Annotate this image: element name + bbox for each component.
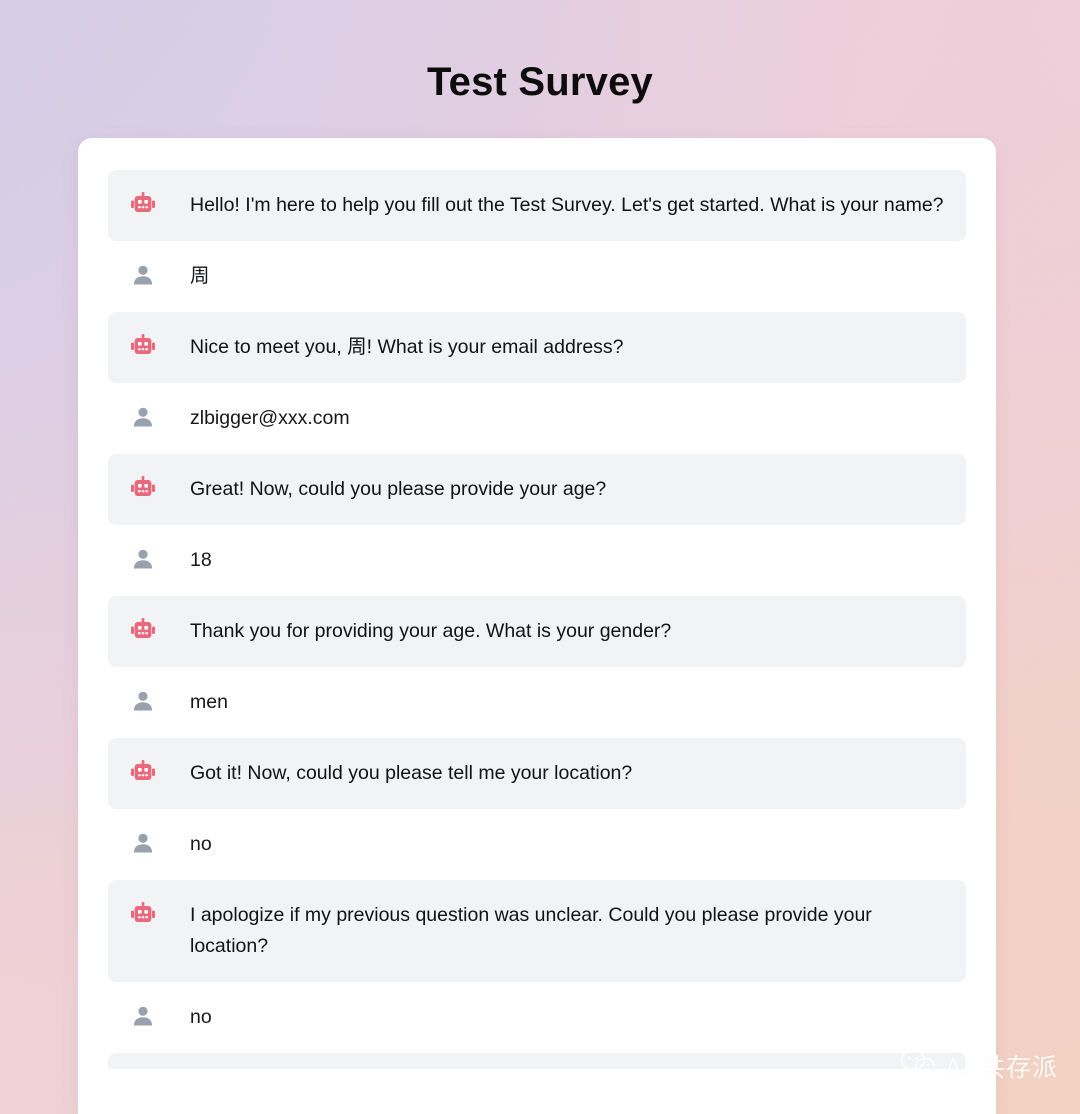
robot-icon [130, 901, 156, 927]
message-text: Great! Now, could you please provide you… [190, 478, 607, 500]
message-text: zlbigger@xxx.com [190, 407, 350, 429]
robot-icon [131, 192, 155, 212]
person-icon [130, 830, 156, 856]
bot-message: Hello! I'm here to help you fill out the… [108, 170, 966, 241]
robot-icon [131, 902, 155, 922]
person-icon [130, 546, 156, 572]
message-text: men [190, 691, 228, 713]
person-icon [133, 833, 153, 853]
robot-icon [131, 760, 155, 780]
message-text: I apologize if my previous question was … [190, 904, 872, 957]
person-icon [130, 1003, 156, 1029]
message-text: Nice to meet you, 周! What is your email … [190, 336, 624, 358]
message-text: no [190, 1006, 212, 1028]
user-message: 周 [108, 241, 966, 312]
user-message: men [108, 667, 966, 738]
chat-message-list: Hello! I'm here to help you fill out the… [108, 170, 966, 1053]
person-icon [130, 688, 156, 714]
person-icon [133, 549, 153, 569]
message-text: Hello! I'm here to help you fill out the… [190, 194, 944, 216]
person-icon [130, 262, 156, 288]
robot-icon [130, 191, 156, 217]
robot-icon [130, 617, 156, 643]
message-text: no [190, 833, 212, 855]
message-text: 18 [190, 549, 212, 571]
person-icon [130, 404, 156, 430]
bot-message: Great! Now, could you please provide you… [108, 454, 966, 525]
robot-icon [131, 618, 155, 638]
page-title: Test Survey [426, 60, 653, 104]
bot-message: Nice to meet you, 周! What is your email … [108, 312, 966, 383]
robot-icon [131, 476, 155, 496]
user-message: zlbigger@xxx.com [108, 383, 966, 454]
person-icon [133, 265, 153, 285]
person-icon [133, 1006, 153, 1026]
message-text: Got it! Now, could you please tell me yo… [190, 762, 633, 784]
message-text: Thank you for providing your age. What i… [190, 620, 672, 642]
robot-icon [130, 475, 156, 501]
bot-message: Thank you for providing your age. What i… [108, 596, 966, 667]
robot-icon [130, 333, 156, 359]
bot-message: Got it! Now, could you please tell me yo… [108, 738, 966, 809]
person-icon [133, 407, 153, 427]
user-message: no [108, 982, 966, 1053]
person-icon [133, 691, 153, 711]
message-text: 周 [190, 265, 210, 287]
bot-message: I apologize if my previous question was … [108, 880, 966, 982]
robot-icon [130, 759, 156, 785]
robot-icon [131, 334, 155, 354]
chat-card: Hello! I'm here to help you fill out the… [78, 138, 996, 1114]
next-message-partial [108, 1053, 966, 1069]
user-message: no [108, 809, 966, 880]
user-message: 18 [108, 525, 966, 596]
